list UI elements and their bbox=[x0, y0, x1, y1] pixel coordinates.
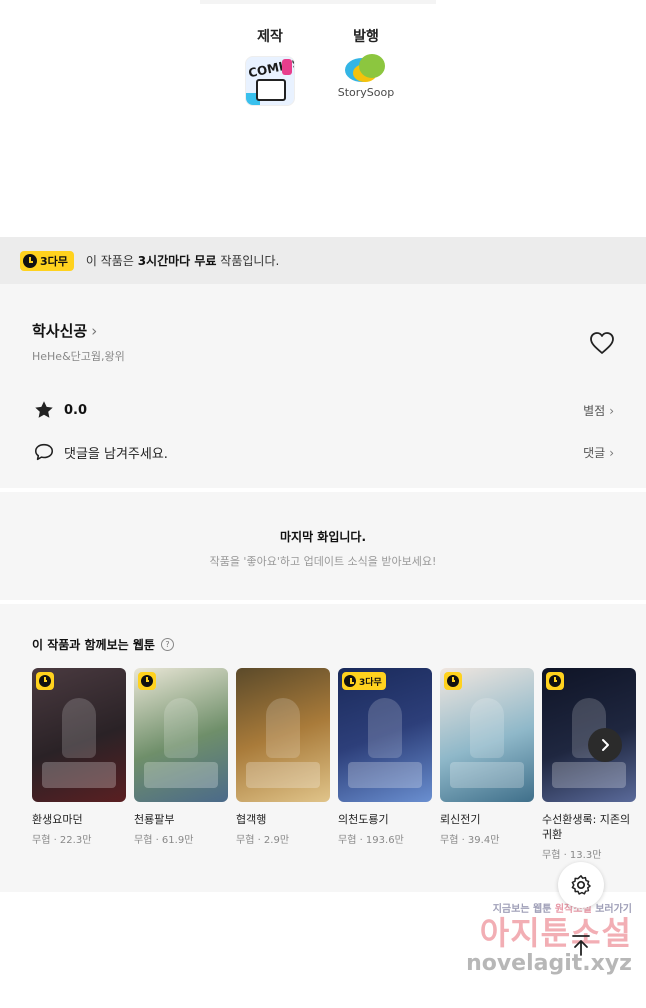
chevron-right-icon: › bbox=[609, 445, 614, 460]
notice-text: 이 작품은 3시간마다 무료 작품입니다. bbox=[86, 252, 279, 269]
comment-link[interactable]: 댓글 › bbox=[583, 444, 614, 461]
clock-icon bbox=[141, 675, 153, 687]
badge-text: 3다무 bbox=[40, 254, 68, 268]
recommendations-title-text: 이 작품과 함께보는 웹툰 bbox=[32, 638, 155, 652]
card-meta: 무협 · 22.3만 bbox=[32, 835, 92, 846]
star-icon bbox=[32, 398, 56, 422]
recommendation-card[interactable]: 환생요마던 무협 · 22.3만 bbox=[32, 668, 126, 846]
last-episode-sub: 작품을 '좋아요'하고 업데이트 소식을 받아보세요! bbox=[209, 555, 437, 568]
help-icon[interactable]: ? bbox=[160, 638, 174, 651]
clock-badge bbox=[36, 672, 54, 690]
work-info-panel: 학사신공 › HeHe&단고웜,왕위 0.0 별점 › 댓글을 남겨주세요. 댓글 › bbox=[0, 284, 646, 488]
recommendation-card[interactable]: 뢰신전기 무협 · 39.4만 bbox=[440, 668, 534, 846]
rating-row: 0.0 별점 › bbox=[32, 398, 614, 422]
recommendation-carousel: 환생요마던 무협 · 22.3만 천룡팔부 무협 · 61.9만 협객행 무협 … bbox=[32, 668, 646, 892]
gear-icon bbox=[571, 875, 591, 895]
work-authors: HeHe&단고웜,왕위 bbox=[32, 350, 125, 363]
card-title: 뢰신전기 bbox=[440, 813, 481, 826]
comment-row[interactable]: 댓글을 남겨주세요. 댓글 › bbox=[32, 440, 614, 464]
recommendations-title: 이 작품과 함께보는 웹툰 ? bbox=[32, 636, 174, 653]
card-title: 의천도룡기 bbox=[338, 813, 389, 826]
card-thumbnail bbox=[542, 668, 636, 802]
chevron-right-icon: › bbox=[609, 403, 614, 418]
clock-icon bbox=[344, 675, 356, 687]
watermark-line3: novelagit.xyz bbox=[466, 951, 632, 976]
work-title: 학사신공 bbox=[32, 322, 88, 340]
recommendations-section: 이 작품과 함께보는 웹툰 ? 환생요마던 무협 · 22.3만 천룡팔부 무협… bbox=[0, 604, 646, 892]
speech-bubble-icon bbox=[32, 440, 56, 464]
recommendation-card[interactable]: 천룡팔부 무협 · 61.9만 bbox=[134, 668, 228, 846]
storysoop-logo-text: StorySoop bbox=[337, 86, 395, 99]
card-thumbnail bbox=[134, 668, 228, 802]
rating-value: 0.0 bbox=[64, 402, 88, 418]
notice-prefix: 이 작품은 bbox=[85, 254, 138, 268]
clock-badge bbox=[138, 672, 156, 690]
settings-button[interactable] bbox=[558, 862, 604, 908]
card-meta: 무협 · 39.4만 bbox=[440, 835, 500, 846]
card-title: 수선환생록: 지존의 귀환 bbox=[542, 813, 631, 841]
badge-text: 3다무 bbox=[359, 677, 382, 688]
watermark: 지금보는 웹툰 원작소설 보러가기 아지툰소설 novelagit.xyz bbox=[432, 900, 632, 976]
top-divider bbox=[200, 0, 436, 4]
card-thumbnail: 3다무 bbox=[338, 668, 432, 802]
recommendation-card[interactable]: 수선환생록: 지존의 귀환 무협 · 13.3만 bbox=[542, 668, 636, 861]
card-meta: 무협 · 13.3만 bbox=[542, 850, 602, 861]
notice-bold: 3시간마다 무료 bbox=[137, 254, 217, 268]
recommendation-card[interactable]: 3다무 의천도룡기 무협 · 193.6만 bbox=[338, 668, 432, 846]
recommendation-card[interactable]: 협객행 무협 · 2.9만 bbox=[236, 668, 330, 846]
notice-suffix: 작품입니다. bbox=[216, 254, 280, 268]
comment-prompt: 댓글을 남겨주세요. bbox=[64, 446, 168, 462]
3damu-badge: 3다무 bbox=[20, 250, 74, 271]
clock-icon bbox=[39, 675, 51, 687]
credit-production-label: 제작 bbox=[257, 29, 283, 45]
card-meta: 무협 · 193.6만 bbox=[338, 835, 404, 846]
rating-link[interactable]: 별점 › bbox=[583, 402, 614, 419]
clock-badge bbox=[444, 672, 462, 690]
chevron-right-icon: › bbox=[91, 322, 98, 340]
credit-production: 제작 COMICS bbox=[230, 26, 310, 106]
watermark-line1: 지금보는 웹툰 원작소설 보러가기 bbox=[432, 900, 632, 915]
heart-icon bbox=[590, 332, 614, 354]
card-meta: 무협 · 2.9만 bbox=[236, 835, 290, 846]
rating-link-label: 별점 bbox=[583, 403, 606, 418]
card-thumbnail bbox=[32, 668, 126, 802]
storysoop-logo[interactable]: StorySoop bbox=[331, 54, 401, 104]
credit-publisher-label: 발행 bbox=[353, 29, 379, 45]
clock-badge bbox=[546, 672, 564, 690]
clock-icon bbox=[23, 253, 37, 268]
like-button[interactable] bbox=[588, 330, 616, 356]
credit-publisher: 발행 StorySoop bbox=[326, 26, 406, 104]
scroll-top-button[interactable] bbox=[566, 930, 596, 960]
work-title-link[interactable]: 학사신공 › bbox=[32, 320, 97, 341]
card-title: 천룡팔부 bbox=[134, 813, 175, 826]
card-title: 협객행 bbox=[236, 813, 267, 826]
card-meta: 무협 · 61.9만 bbox=[134, 835, 194, 846]
clock-icon bbox=[549, 675, 561, 687]
carousel-next-button[interactable] bbox=[588, 728, 622, 762]
card-thumbnail bbox=[236, 668, 330, 802]
free-notice-bar: 3다무 이 작품은 3시간마다 무료 작품입니다. bbox=[0, 237, 646, 284]
card-thumbnail bbox=[440, 668, 534, 802]
clock-icon bbox=[447, 675, 459, 687]
comment-link-label: 댓글 bbox=[583, 445, 606, 460]
card-title: 환생요마던 bbox=[32, 813, 83, 826]
last-episode-heading: 마지막 화입니다. bbox=[279, 530, 367, 544]
arrow-up-icon bbox=[572, 935, 590, 956]
watermark-line2: 아지툰소설 bbox=[479, 914, 632, 952]
chevron-right-icon bbox=[602, 739, 609, 751]
comics-logo[interactable]: COMICS bbox=[245, 56, 295, 106]
3damu-badge: 3다무 bbox=[342, 672, 386, 690]
last-episode-panel: 마지막 화입니다. 작품을 '좋아요'하고 업데이트 소식을 받아보세요! bbox=[0, 492, 646, 600]
